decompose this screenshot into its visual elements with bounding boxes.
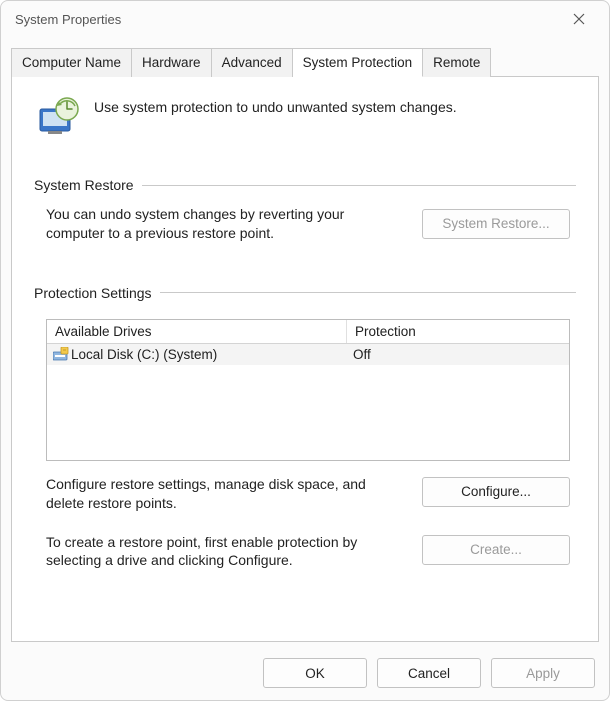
group-system-restore-title: System Restore xyxy=(34,177,134,193)
drive-icon xyxy=(53,347,69,361)
create-desc: To create a restore point, first enable … xyxy=(46,533,402,571)
system-restore-button[interactable]: System Restore... xyxy=(422,209,570,239)
tab-computer-name[interactable]: Computer Name xyxy=(11,48,132,77)
cancel-button[interactable]: Cancel xyxy=(377,658,481,688)
drives-body[interactable]: Local Disk (C:) (System) Off xyxy=(47,344,569,460)
group-protection-settings-body: Available Drives Protection Local Di xyxy=(34,313,576,591)
configure-desc: Configure restore settings, manage disk … xyxy=(46,475,402,513)
close-button[interactable] xyxy=(557,4,601,34)
apply-button[interactable]: Apply xyxy=(491,658,595,688)
drive-protection-value: Off xyxy=(353,347,371,362)
title-bar: System Properties xyxy=(1,1,609,37)
column-protection[interactable]: Protection xyxy=(347,320,569,343)
divider xyxy=(142,185,576,186)
create-button[interactable]: Create... xyxy=(422,535,570,565)
dialog-footer: OK Cancel Apply xyxy=(1,652,609,700)
close-icon xyxy=(573,13,585,25)
hero-text: Use system protection to undo unwanted s… xyxy=(94,95,457,115)
tab-advanced[interactable]: Advanced xyxy=(212,48,293,77)
group-system-restore-label: System Restore xyxy=(34,177,576,193)
configure-button[interactable]: Configure... xyxy=(422,477,570,507)
group-protection-settings-title: Protection Settings xyxy=(34,285,152,301)
tabs: Computer Name Hardware Advanced System P… xyxy=(11,47,599,76)
drive-name: Local Disk (C:) (System) xyxy=(71,347,217,362)
group-system-restore-body: You can undo system changes by reverting… xyxy=(34,205,576,243)
tab-panel-system-protection: Use system protection to undo unwanted s… xyxy=(11,76,599,642)
hero: Use system protection to undo unwanted s… xyxy=(34,95,576,141)
drive-row[interactable]: Local Disk (C:) (System) Off xyxy=(47,344,569,365)
column-available-drives[interactable]: Available Drives xyxy=(47,320,347,343)
drives-header: Available Drives Protection xyxy=(47,320,569,344)
drives-list: Available Drives Protection Local Di xyxy=(46,319,570,461)
tab-remote[interactable]: Remote xyxy=(423,48,491,77)
group-protection-settings-label: Protection Settings xyxy=(34,285,576,301)
ok-button[interactable]: OK xyxy=(263,658,367,688)
tab-hardware[interactable]: Hardware xyxy=(132,48,212,77)
system-protection-icon xyxy=(34,95,80,141)
tab-system-protection[interactable]: System Protection xyxy=(293,48,424,77)
system-properties-window: System Properties Computer Name Hardware… xyxy=(0,0,610,701)
system-restore-desc: You can undo system changes by reverting… xyxy=(46,205,402,243)
divider xyxy=(160,292,576,293)
window-title: System Properties xyxy=(15,12,557,27)
